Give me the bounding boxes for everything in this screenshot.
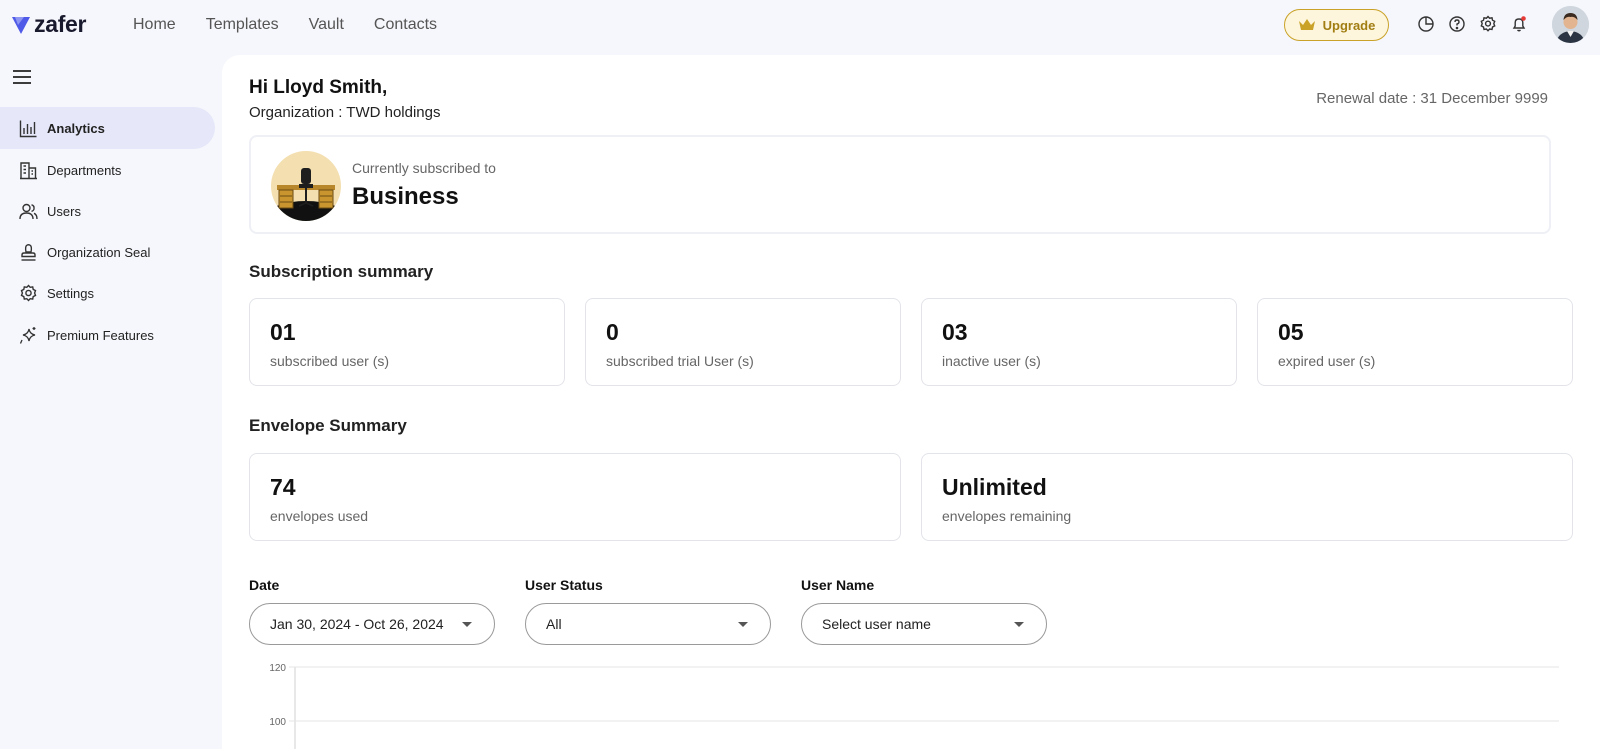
nav-contacts[interactable]: Contacts bbox=[374, 16, 437, 34]
stamp-icon bbox=[21, 243, 36, 261]
help-icon[interactable] bbox=[1448, 15, 1466, 33]
chart-y-tick-label: 120 bbox=[269, 663, 286, 674]
renewal-date: Renewal date : 31 December 9999 bbox=[1316, 90, 1548, 107]
sidebar: Analytics Departments Users Organization… bbox=[0, 50, 222, 749]
plan-name: Business bbox=[352, 183, 459, 210]
chart-y-tick-label: 100 bbox=[269, 717, 286, 728]
date-filter-label: Date bbox=[249, 577, 280, 593]
user-filter-label: User Name bbox=[801, 577, 875, 593]
chevron-down-icon bbox=[462, 622, 472, 627]
nav-vault[interactable]: Vault bbox=[309, 16, 344, 34]
stat-value: Unlimited bbox=[942, 474, 1047, 500]
bar-chart-icon bbox=[19, 120, 37, 137]
nav-home[interactable]: Home bbox=[133, 16, 176, 34]
sidebar-item-settings[interactable]: Settings bbox=[0, 272, 215, 314]
sidebar-item-analytics[interactable]: Analytics bbox=[0, 107, 215, 149]
sidebar-item-organization-seal[interactable]: Organization Seal bbox=[0, 231, 215, 273]
stat-label: envelopes remaining bbox=[942, 508, 1072, 524]
plan-illustration bbox=[271, 151, 341, 221]
sidebar-item-label: Analytics bbox=[47, 120, 105, 136]
upgrade-label: Upgrade bbox=[1322, 17, 1376, 33]
stat-value: 01 bbox=[270, 319, 296, 345]
stat-card-envelopes-remaining: Unlimited envelopes remaining bbox=[921, 453, 1573, 541]
envelope-chart: 120 100 bbox=[269, 663, 1559, 749]
avatar[interactable] bbox=[1552, 6, 1589, 43]
brand-name: zafer bbox=[34, 11, 87, 37]
stat-label: inactive user (s) bbox=[942, 353, 1041, 369]
organization-name: Organization : TWD holdings bbox=[249, 104, 441, 121]
plan-subtitle: Currently subscribed to bbox=[352, 160, 496, 176]
main-content: Hi Lloyd Smith, Organization : TWD holdi… bbox=[222, 55, 1600, 749]
stat-label: subscribed user (s) bbox=[270, 353, 390, 369]
user-name-placeholder: Select user name bbox=[822, 616, 931, 632]
pie-chart-icon[interactable] bbox=[1417, 15, 1435, 33]
date-range-select[interactable]: Jan 30, 2024 - Oct 26, 2024 bbox=[249, 603, 495, 645]
sidebar-item-label: Organization Seal bbox=[47, 244, 151, 260]
building-icon bbox=[20, 161, 37, 179]
menu-icon[interactable] bbox=[13, 70, 31, 84]
sidebar-item-label: Users bbox=[47, 203, 81, 219]
sidebar-item-users[interactable]: Users bbox=[0, 190, 215, 232]
stat-value: 05 bbox=[1278, 319, 1304, 345]
stat-label: envelopes used bbox=[270, 508, 369, 524]
user-status-value: All bbox=[546, 616, 562, 632]
stat-card-envelopes-used: 74 envelopes used bbox=[249, 453, 901, 541]
logo[interactable]: zafer bbox=[11, 11, 87, 38]
stat-value: 74 bbox=[270, 474, 296, 500]
gear-icon bbox=[20, 283, 37, 302]
stat-label: expired user (s) bbox=[1278, 353, 1376, 369]
plan-card: Currently subscribed to Business bbox=[249, 135, 1551, 234]
stat-value: 0 bbox=[606, 319, 619, 345]
top-icons bbox=[1417, 15, 1528, 33]
main-nav: Home Templates Vault Contacts bbox=[133, 16, 437, 34]
user-photo-icon bbox=[1552, 6, 1589, 43]
date-range-value: Jan 30, 2024 - Oct 26, 2024 bbox=[270, 616, 444, 632]
stat-value: 03 bbox=[942, 319, 968, 345]
sidebar-item-label: Settings bbox=[47, 285, 94, 301]
subscription-summary-title: Subscription summary bbox=[249, 262, 434, 281]
chevron-down-icon bbox=[738, 622, 748, 627]
office-desk-icon bbox=[271, 151, 341, 221]
sidebar-item-premium-features[interactable]: Premium Features bbox=[0, 314, 215, 356]
upgrade-button[interactable]: Upgrade bbox=[1284, 9, 1389, 41]
sparkle-icon bbox=[19, 326, 36, 344]
user-name-select[interactable]: Select user name bbox=[801, 603, 1047, 645]
greeting: Hi Lloyd Smith, bbox=[249, 77, 388, 98]
stat-card-subscribed: 01 subscribed user (s) bbox=[249, 298, 565, 386]
user-status-select[interactable]: All bbox=[525, 603, 771, 645]
sidebar-item-label: Departments bbox=[47, 162, 122, 178]
stat-label: subscribed trial User (s) bbox=[606, 353, 754, 369]
stat-card-expired: 05 expired user (s) bbox=[1257, 298, 1573, 386]
bell-icon[interactable] bbox=[1510, 15, 1528, 33]
users-icon bbox=[19, 203, 38, 219]
sidebar-item-departments[interactable]: Departments bbox=[0, 149, 215, 191]
envelope-summary-title: Envelope Summary bbox=[249, 416, 407, 435]
top-bar: zafer Home Templates Vault Contacts Upgr… bbox=[0, 0, 1600, 50]
nav-templates[interactable]: Templates bbox=[206, 16, 279, 34]
gear-icon[interactable] bbox=[1479, 15, 1497, 33]
stat-card-inactive: 03 inactive user (s) bbox=[921, 298, 1237, 386]
chevron-down-icon bbox=[1014, 622, 1024, 627]
crown-icon bbox=[1298, 19, 1315, 30]
logo-mark-icon bbox=[12, 16, 30, 34]
sidebar-item-label: Premium Features bbox=[47, 327, 154, 343]
stat-card-trial: 0 subscribed trial User (s) bbox=[585, 298, 901, 386]
status-filter-label: User Status bbox=[525, 577, 603, 593]
